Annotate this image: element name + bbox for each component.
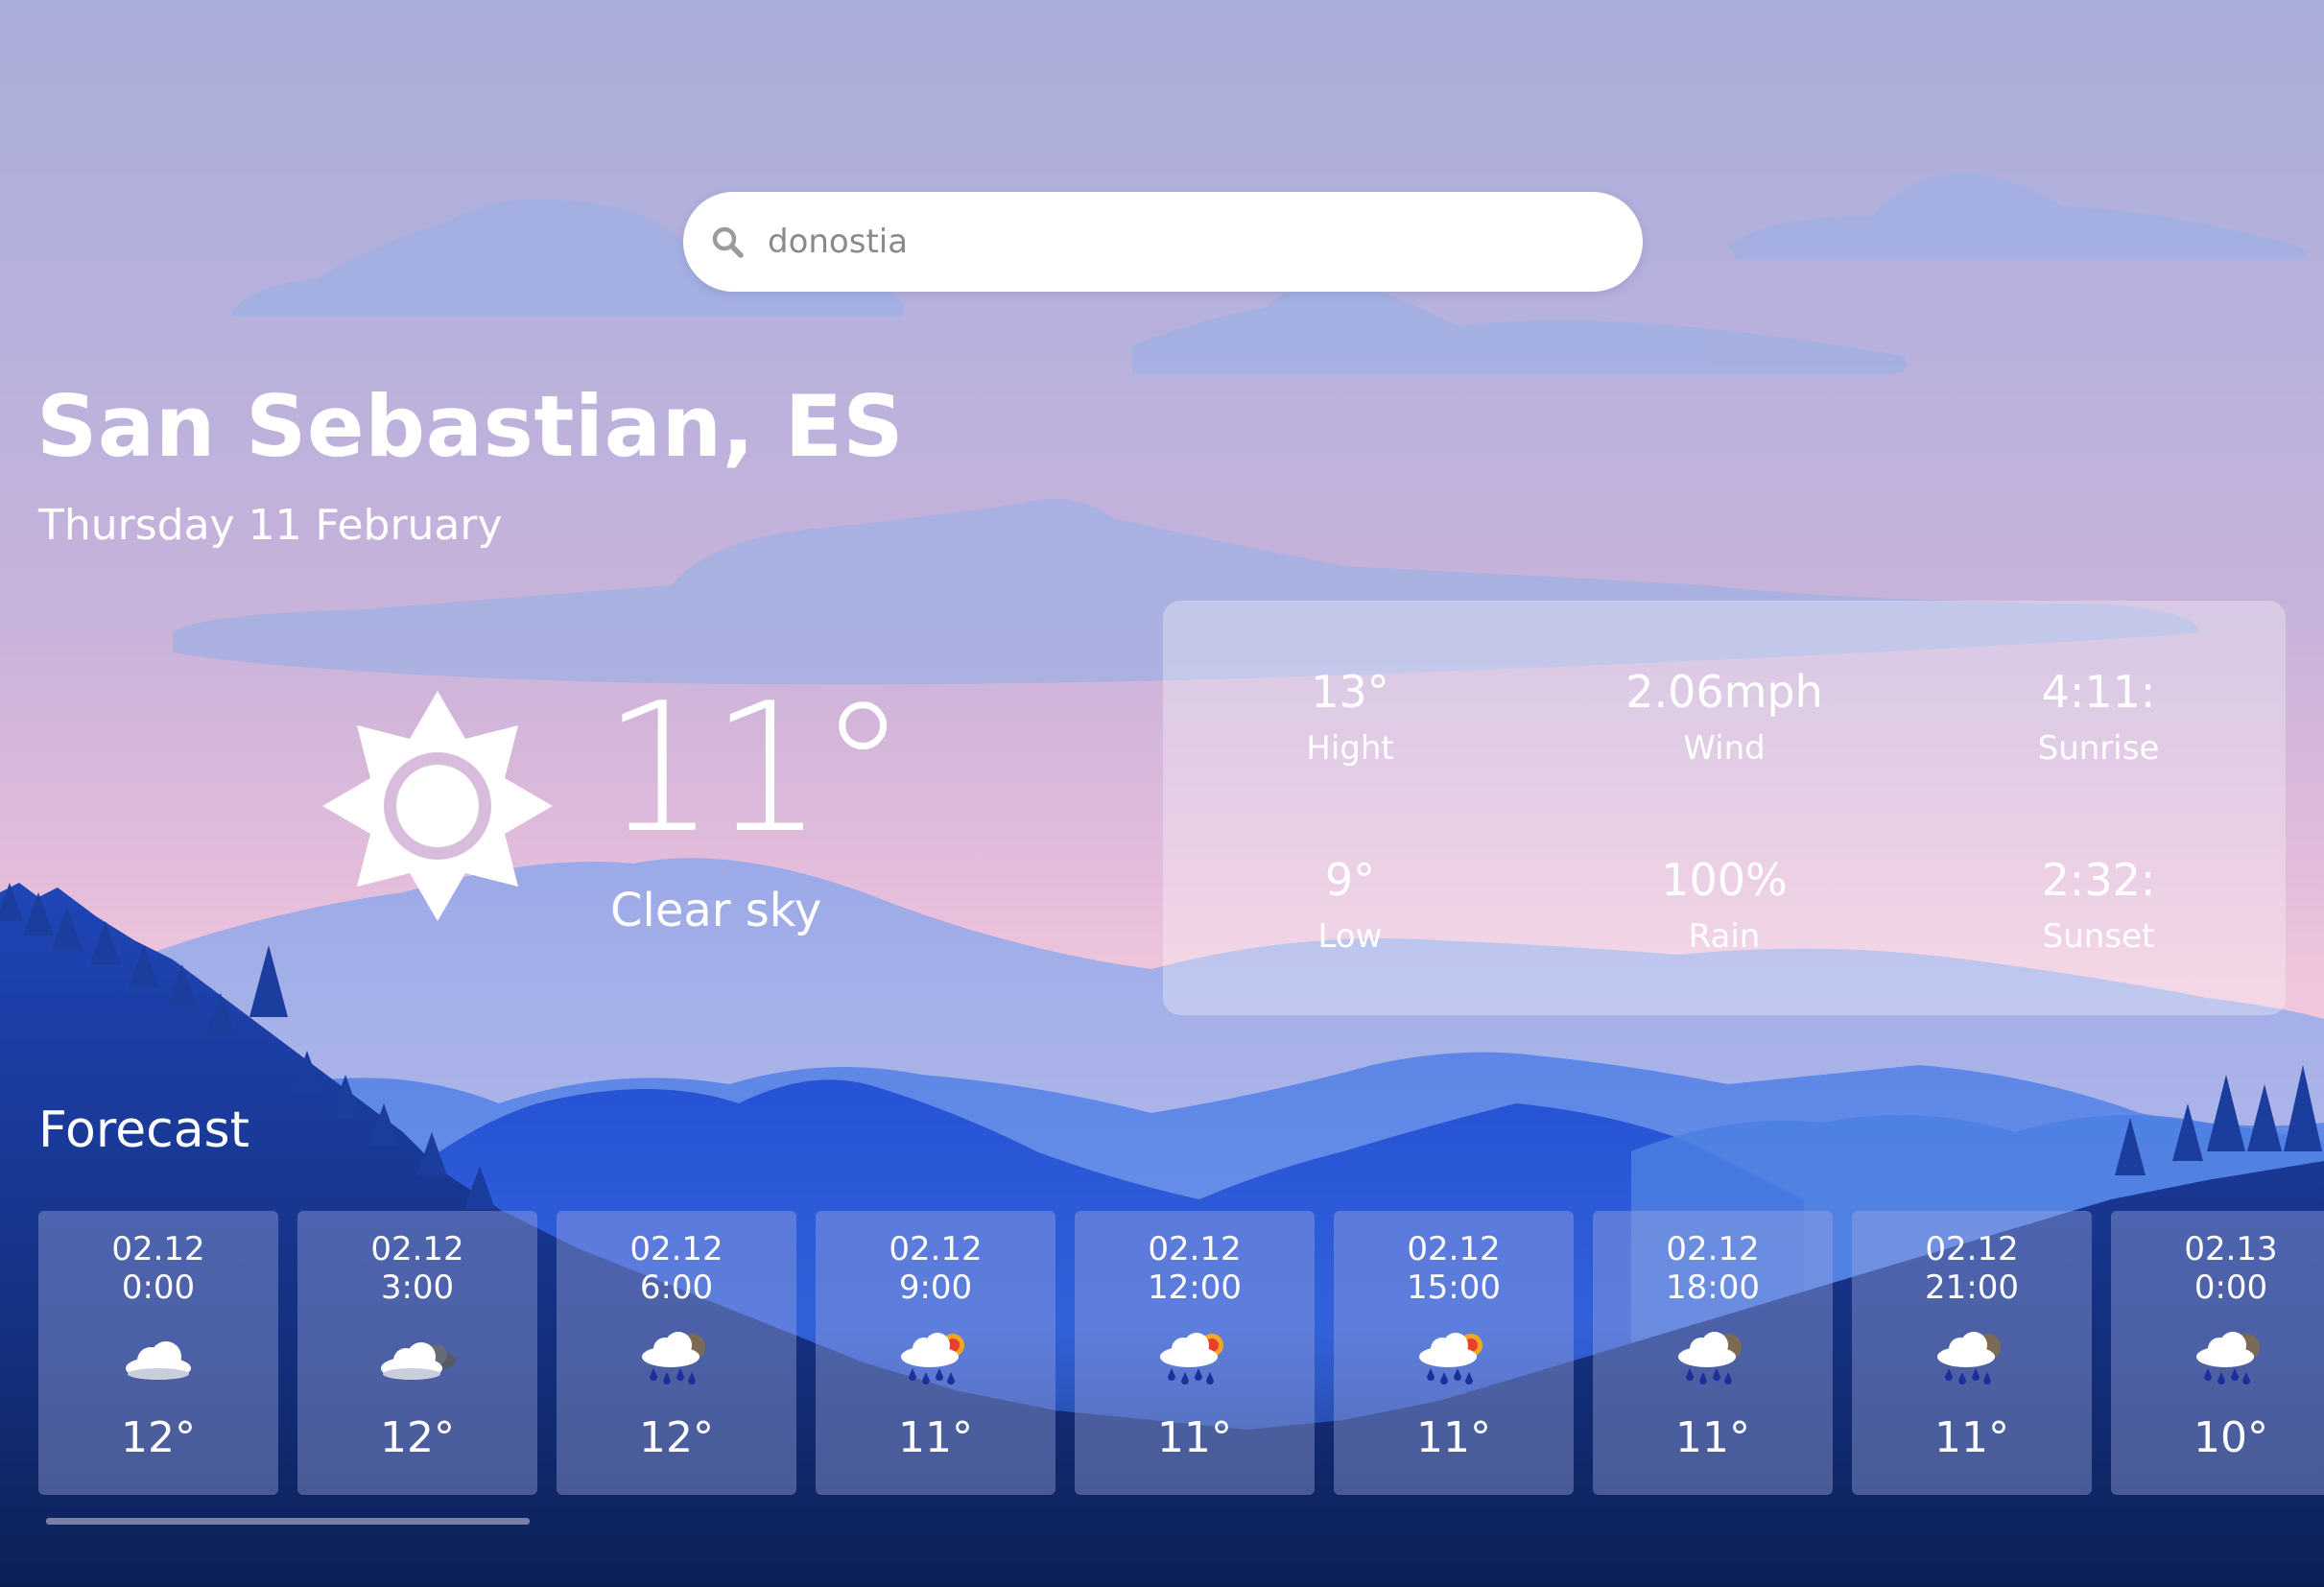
forecast-temp: 12° <box>121 1413 196 1462</box>
forecast-card[interactable]: 02.12 15:00 11° <box>1334 1211 1574 1495</box>
stat-high: 13° Hight <box>1163 670 1537 768</box>
forecast-card[interactable]: 02.12 12:00 11° <box>1075 1211 1315 1495</box>
forecast-time: 9:00 <box>898 1268 973 1307</box>
stat-label: Sunset <box>2042 917 2155 956</box>
forecast-card[interactable]: 02.12 18:00 11° <box>1593 1211 1833 1495</box>
forecast-date: 02.12 <box>629 1230 723 1268</box>
stat-low: 9° Low <box>1163 858 1537 956</box>
forecast-list[interactable]: 02.12 0:00 12° 02.12 3:00 12° 02.12 6:00… <box>38 1211 2324 1495</box>
forecast-date: 02.12 <box>1666 1230 1760 1268</box>
cloud-icon <box>126 1341 191 1380</box>
stat-label: Sunrise <box>2037 729 2160 768</box>
forecast-temp: 11° <box>1416 1413 1491 1462</box>
stat-sunrise: 4:11: Sunrise <box>1911 670 2286 768</box>
stat-value: 2.06mph <box>1625 666 1823 718</box>
forecast-date: 02.12 <box>889 1230 983 1268</box>
forecast-scrollbar[interactable] <box>46 1518 530 1525</box>
forecast-time: 15:00 <box>1407 1268 1501 1307</box>
stat-value: 9° <box>1324 854 1376 906</box>
forecast-date: 02.13 <box>2184 1230 2278 1268</box>
stat-label: Low <box>1317 917 1383 956</box>
current-temperature: 11° <box>603 664 908 872</box>
current-date: Thursday 11 February <box>38 501 503 550</box>
current-condition: Clear sky <box>610 884 822 937</box>
rain-sun-icon <box>1419 1333 1482 1385</box>
weather-app: San Sebastian, ES Thursday 11 February 1… <box>0 0 2324 1587</box>
stat-wind: 2.06mph Wind <box>1537 670 1911 768</box>
forecast-title: Forecast <box>38 1101 250 1159</box>
stat-label: Wind <box>1683 729 1766 768</box>
rain-cloud-icon <box>1937 1332 2001 1385</box>
stat-value: 13° <box>1311 666 1389 718</box>
search-icon[interactable] <box>709 224 747 262</box>
forecast-card[interactable]: 02.12 0:00 12° <box>38 1211 278 1495</box>
rain-sun-icon <box>1160 1333 1223 1385</box>
forecast-temp: 10° <box>2194 1413 2268 1462</box>
sun-icon <box>322 691 553 921</box>
stat-label: Rain <box>1688 917 1761 956</box>
forecast-card[interactable]: 02.12 6:00 12° <box>557 1211 796 1495</box>
rain-cloud-icon <box>642 1332 705 1385</box>
forecast-date: 02.12 <box>1925 1230 2019 1268</box>
stat-value: 2:32: <box>2041 854 2156 906</box>
stat-label: Hight <box>1306 729 1394 768</box>
forecast-temp: 11° <box>1934 1413 2009 1462</box>
forecast-temp: 11° <box>1675 1413 1750 1462</box>
forecast-card[interactable]: 02.12 9:00 11° <box>816 1211 1055 1495</box>
forecast-date: 02.12 <box>111 1230 205 1268</box>
stats-panel: 13° Hight 2.06mph Wind 4:11: Sunrise 9° … <box>1163 601 2286 1015</box>
forecast-time: 3:00 <box>380 1268 455 1307</box>
stat-value: 4:11: <box>2041 666 2156 718</box>
forecast-date: 02.12 <box>370 1230 464 1268</box>
forecast-temp: 12° <box>639 1413 714 1462</box>
forecast-time: 0:00 <box>2194 1268 2268 1307</box>
forecast-temp: 11° <box>1157 1413 1232 1462</box>
forecast-time: 18:00 <box>1666 1268 1760 1307</box>
forecast-time: 12:00 <box>1148 1268 1242 1307</box>
forecast-time: 6:00 <box>639 1268 714 1307</box>
forecast-card[interactable]: 02.12 21:00 11° <box>1852 1211 2092 1495</box>
forecast-temp: 12° <box>380 1413 455 1462</box>
rain-sun-icon <box>901 1333 964 1385</box>
rain-cloud-icon <box>2196 1332 2260 1385</box>
stat-sunset: 2:32: Sunset <box>1911 858 2286 956</box>
rain-cloud-icon <box>1678 1332 1742 1385</box>
forecast-card[interactable]: 02.12 3:00 12° <box>297 1211 537 1495</box>
search-bar[interactable] <box>683 192 1643 292</box>
forecast-date: 02.12 <box>1148 1230 1242 1268</box>
stat-value: 100% <box>1661 854 1788 906</box>
city-title: San Sebastian, ES <box>36 377 905 476</box>
forecast-date: 02.12 <box>1407 1230 1501 1268</box>
forecast-time: 21:00 <box>1925 1268 2019 1307</box>
cloud-dark-icon <box>381 1342 456 1380</box>
forecast-time: 0:00 <box>121 1268 196 1307</box>
forecast-temp: 11° <box>898 1413 973 1462</box>
forecast-card[interactable]: 02.13 0:00 10° <box>2111 1211 2324 1495</box>
search-input[interactable] <box>768 213 1612 271</box>
stat-rain: 100% Rain <box>1537 858 1911 956</box>
